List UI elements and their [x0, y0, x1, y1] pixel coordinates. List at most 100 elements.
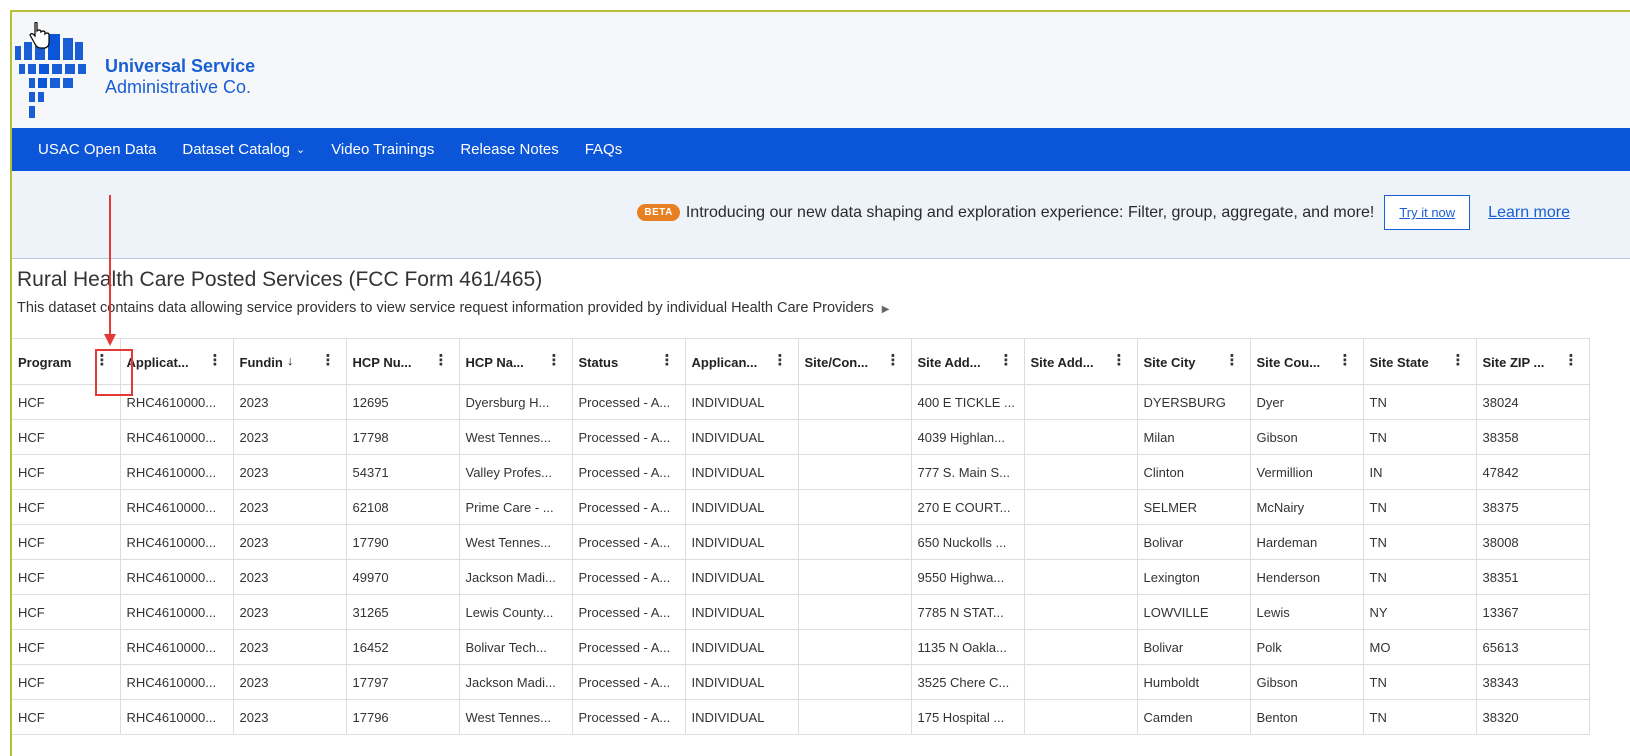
table-cell — [798, 664, 912, 700]
table-row[interactable]: HCF RHC4610000... 2023 17790 West Tennes... P… — [12, 524, 1590, 560]
table-row[interactable]: HCF RHC4610000... 2023 17798 West Tennes... P… — [12, 419, 1590, 455]
column-header[interactable]: Site Add... ⋮ — [911, 338, 1025, 385]
column-menu-kebab-icon[interactable]: ⋮ — [660, 353, 675, 368]
table-cell: 38008 — [1476, 524, 1590, 560]
brand-line-2: Administrative Co. — [105, 77, 252, 97]
table-cell: 2023 — [233, 699, 347, 735]
table-cell: 62108 — [346, 489, 460, 525]
column-header[interactable]: Site Cou... ⋮ — [1250, 338, 1364, 385]
table-cell: Lexington — [1137, 559, 1251, 595]
table-cell: 2023 — [233, 524, 347, 560]
nav-dataset-catalog[interactable]: Dataset Catalog ⌄ — [182, 141, 305, 158]
table-cell: TN — [1363, 419, 1477, 455]
table-cell: HCF — [12, 454, 121, 490]
table-cell: INDIVIDUAL — [685, 629, 799, 665]
table-cell: 17798 — [346, 419, 460, 455]
table-row[interactable]: HCF RHC4610000... 2023 54371 Valley Profes..… — [12, 454, 1590, 490]
table-cell: 38351 — [1476, 559, 1590, 595]
table-cell: 2023 — [233, 384, 347, 420]
table-cell: McNairy — [1250, 489, 1364, 525]
brand-name[interactable]: Universal Service Administrative Co. — [105, 56, 255, 98]
table-cell: Processed - A... — [572, 664, 686, 700]
column-header[interactable]: Applicat... ⋮ — [120, 338, 234, 385]
column-header[interactable]: Site State ⋮ — [1363, 338, 1477, 385]
table-row[interactable]: HCF RHC4610000... 2023 12695 Dyersburg H... P… — [12, 384, 1590, 420]
column-header[interactable]: Site ZIP ... ⋮ — [1476, 338, 1590, 385]
column-menu-kebab-icon[interactable]: ⋮ — [773, 353, 788, 368]
table-cell: Valley Profes... — [459, 454, 573, 490]
table-cell: TN — [1363, 384, 1477, 420]
table-cell: West Tennes... — [459, 419, 573, 455]
learn-more-link[interactable]: Learn more — [1488, 204, 1570, 222]
table-cell: HCF — [12, 559, 121, 595]
column-header[interactable]: Applican... ⋮ — [685, 338, 799, 385]
table-cell: 400 E TICKLE ... — [911, 384, 1025, 420]
column-header[interactable]: Fundin ↓ ⋮ — [233, 338, 347, 385]
column-menu-kebab-icon[interactable]: ⋮ — [321, 353, 336, 368]
table-row[interactable]: HCF RHC4610000... 2023 49970 Jackson Madi...… — [12, 559, 1590, 595]
table-cell: West Tennes... — [459, 699, 573, 735]
column-menu-kebab-icon[interactable]: ⋮ — [1112, 353, 1127, 368]
column-menu-kebab-icon[interactable]: ⋮ — [1451, 353, 1466, 368]
table-cell: RHC4610000... — [120, 699, 234, 735]
column-header[interactable]: HCP Nu... ⋮ — [346, 338, 460, 385]
brand-line-1: Universal Service — [105, 56, 256, 76]
column-menu-kebab-icon[interactable]: ⋮ — [999, 353, 1014, 368]
table-cell: DYERSBURG — [1137, 384, 1251, 420]
table-cell — [798, 629, 912, 665]
nav-video-trainings[interactable]: Video Trainings — [331, 141, 434, 158]
column-header-label: Site ZIP ... — [1482, 354, 1545, 370]
table-cell: Processed - A... — [572, 629, 686, 665]
table-cell: 17790 — [346, 524, 460, 560]
table-cell: 17796 — [346, 699, 460, 735]
column-header[interactable]: Site Add... ⋮ — [1024, 338, 1138, 385]
dataset-title: Rural Health Care Posted Services (FCC F… — [17, 268, 543, 291]
column-header[interactable]: Site/Con... ⋮ — [798, 338, 912, 385]
table-cell: 12695 — [346, 384, 460, 420]
table-cell: 2023 — [233, 559, 347, 595]
column-header-label: Fundin — [239, 354, 283, 370]
try-it-now-button[interactable]: Try it now — [1384, 195, 1471, 230]
column-menu-kebab-icon[interactable]: ⋮ — [208, 353, 223, 368]
table-cell: Bolivar — [1137, 629, 1251, 665]
table-row[interactable]: HCF RHC4610000... 2023 17796 West Tennes... P… — [12, 699, 1590, 735]
sort-descending-icon[interactable]: ↓ — [287, 353, 294, 368]
column-header[interactable]: HCP Na... ⋮ — [459, 338, 573, 385]
column-menu-kebab-icon[interactable]: ⋮ — [886, 353, 901, 368]
table-cell: 777 S. Main S... — [911, 454, 1025, 490]
table-cell: 38358 — [1476, 419, 1590, 455]
column-header-label: Applican... — [691, 354, 758, 370]
column-header[interactable]: Status ⋮ — [572, 338, 686, 385]
table-cell: INDIVIDUAL — [685, 559, 799, 595]
table-cell: 31265 — [346, 594, 460, 630]
column-menu-kebab-icon[interactable]: ⋮ — [1338, 353, 1353, 368]
annotation-arrow — [109, 195, 111, 337]
nav-faqs[interactable]: FAQs — [585, 141, 623, 158]
beta-badge: BETA — [637, 204, 680, 221]
table-cell: INDIVIDUAL — [685, 419, 799, 455]
nav-release-notes[interactable]: Release Notes — [460, 141, 558, 158]
table-cell: 4039 Highlan... — [911, 419, 1025, 455]
nav-usac-open-data[interactable]: USAC Open Data — [38, 141, 156, 158]
table-cell: RHC4610000... — [120, 594, 234, 630]
table-body: HCF RHC4610000... 2023 12695 Dyersburg H... P… — [12, 384, 1590, 735]
column-header-label: Status — [578, 354, 619, 370]
table-row[interactable]: HCF RHC4610000... 2023 62108 Prime Care - ..… — [12, 489, 1590, 525]
table-cell — [798, 594, 912, 630]
table-cell: RHC4610000... — [120, 524, 234, 560]
table-cell: 38320 — [1476, 699, 1590, 735]
expand-caret-icon[interactable]: ▶ — [882, 304, 890, 315]
column-header-label: Program — [18, 354, 72, 370]
column-header[interactable]: Site City ⋮ — [1137, 338, 1251, 385]
table-row[interactable]: HCF RHC4610000... 2023 17797 Jackson Madi...… — [12, 664, 1590, 700]
table-row[interactable]: HCF RHC4610000... 2023 16452 Bolivar Tech...… — [12, 629, 1590, 665]
column-menu-kebab-icon[interactable]: ⋮ — [547, 353, 562, 368]
table-cell — [1024, 419, 1138, 455]
column-header-label: Site State — [1369, 354, 1429, 370]
column-menu-kebab-icon[interactable]: ⋮ — [434, 353, 449, 368]
table-row[interactable]: HCF RHC4610000... 2023 31265 Lewis County...… — [12, 594, 1590, 630]
table-cell: Processed - A... — [572, 559, 686, 595]
table-cell: 65613 — [1476, 629, 1590, 665]
column-menu-kebab-icon[interactable]: ⋮ — [1564, 353, 1579, 368]
column-menu-kebab-icon[interactable]: ⋮ — [1225, 353, 1240, 368]
